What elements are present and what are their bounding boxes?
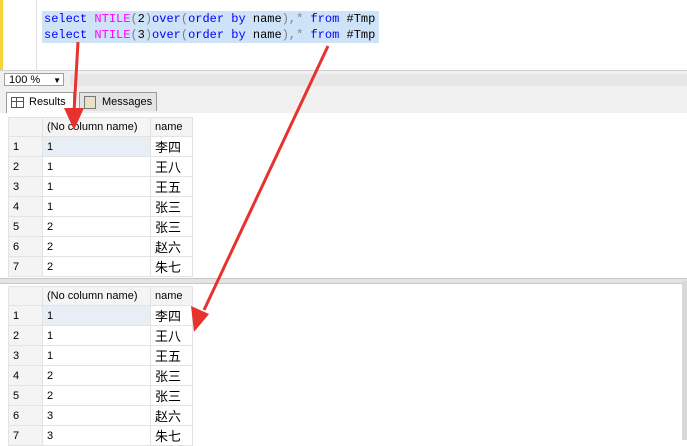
annotation-arrows: [64, 41, 330, 332]
arrow-to-grid-1: [64, 41, 84, 130]
arrow-to-grid-2: [191, 45, 330, 332]
